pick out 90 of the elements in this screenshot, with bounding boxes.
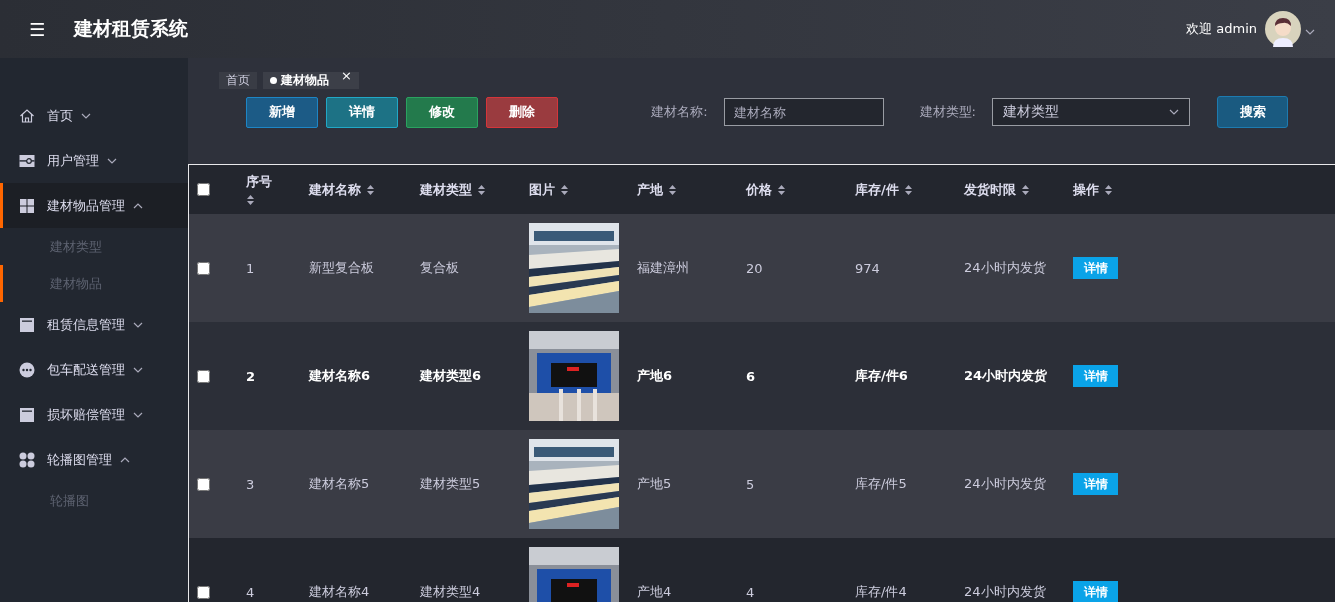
more-icon (19, 361, 35, 378)
chevron-down-icon (133, 411, 143, 418)
dot-icon (270, 77, 277, 84)
row-checkbox[interactable] (197, 369, 210, 383)
chevron-down-icon (1169, 109, 1179, 115)
sort-icon[interactable] (366, 183, 375, 196)
tab[interactable]: 建材物品 × (263, 72, 359, 89)
column-header: 操作 (1073, 180, 1099, 199)
row-checkbox[interactable] (197, 477, 210, 491)
sort-icon[interactable] (777, 183, 786, 196)
column-header: 建材名称 (309, 180, 361, 199)
table-cell-text: 产地4 (637, 583, 673, 601)
avatar-icon[interactable] (1265, 11, 1301, 47)
table-cell-text: 库存/件6 (855, 367, 909, 385)
sidebar-item[interactable]: 轮播图管理 (0, 437, 188, 482)
table-cell-text: 新型复合板 (309, 259, 375, 277)
table-cell-text: 24小时内发货 (964, 475, 1047, 493)
table-cell-text: 2 (246, 368, 257, 384)
chevron-up-icon (120, 456, 130, 463)
sidebar-item[interactable]: 用户管理 (0, 138, 188, 183)
column-header: 序号 (246, 173, 272, 191)
sort-icon[interactable] (1104, 183, 1113, 196)
table-cell-text: 5 (746, 476, 756, 492)
table-cell-text: 建材类型6 (420, 367, 483, 385)
row-checkbox[interactable] (197, 261, 210, 275)
chevron-down-icon (133, 321, 143, 328)
table-cell-text: 4 (246, 584, 256, 600)
sort-icon[interactable] (903, 183, 913, 196)
chevron-down-icon (81, 112, 91, 119)
table-cell-text: 产地5 (637, 475, 673, 493)
sidebar-item[interactable]: 首页 (0, 93, 188, 138)
chevron-down-icon (1305, 28, 1315, 35)
tab[interactable]: 首页 (219, 72, 257, 89)
sidebar-item[interactable]: 包车配送管理 (0, 347, 188, 392)
sidebar-item[interactable]: 租赁信息管理 (0, 302, 188, 347)
delete-button[interactable]: 删除 (486, 96, 558, 128)
table-cell-text: 24小时内发货 (964, 367, 1049, 385)
table-cell-text: 建材名称5 (309, 475, 371, 493)
sort-icon[interactable] (246, 194, 255, 206)
table-cell-text: 20 (746, 260, 764, 276)
column-header: 图片 (529, 180, 555, 199)
column-header: 库存/件 (855, 180, 899, 199)
chevron-down-icon (133, 366, 143, 373)
row-checkbox[interactable] (197, 585, 210, 599)
menu-icon[interactable]: ☰ (0, 18, 74, 40)
add-button[interactable]: 新增 (246, 96, 318, 128)
table-cell-text: 建材名称6 (309, 367, 372, 385)
grid-icon (19, 197, 35, 214)
table-cell-text: 建材类型5 (420, 475, 482, 493)
sort-icon[interactable] (1021, 183, 1030, 196)
sort-icon[interactable] (560, 183, 569, 196)
table-cell-text: 福建漳州 (637, 259, 690, 277)
column-header: 价格 (746, 180, 772, 199)
sidebar-item[interactable]: 损坏赔偿管理 (0, 392, 188, 437)
sort-icon[interactable] (668, 183, 677, 196)
chevron-up-icon (133, 202, 143, 209)
table-cell-text: 复合板 (420, 259, 460, 277)
table-cell-text: 建材名称4 (309, 583, 371, 601)
table-cell-text: 库存/件4 (855, 583, 908, 601)
welcome-text: 欢迎 admin (1186, 20, 1257, 38)
field-label: 建材名称: (651, 103, 708, 121)
app-title: 建材租赁系统 (74, 16, 189, 41)
table-cell-text: 24小时内发货 (964, 259, 1047, 277)
chevron-down-icon (107, 157, 117, 164)
table-cell-text: 24小时内发货 (964, 583, 1047, 601)
table-cell-text: 产地6 (637, 367, 674, 385)
home-icon (19, 107, 35, 124)
type-select-field[interactable]: 建材类型 (992, 98, 1190, 126)
column-header: 发货时限 (964, 180, 1016, 199)
table-cell-text: 建材类型4 (420, 583, 482, 601)
table-cell-text: 1 (246, 260, 256, 276)
table-cell-text: 4 (746, 584, 756, 600)
select-all-checkbox[interactable] (197, 183, 210, 196)
toggle-icon (19, 152, 35, 169)
table-cell-text: 6 (746, 368, 757, 384)
detail-button[interactable]: 详情 (326, 96, 398, 128)
window-icon (19, 316, 35, 333)
column-header: 产地 (637, 180, 663, 199)
circles-icon (19, 451, 35, 468)
table-cell-text: 974 (855, 260, 881, 276)
search-button[interactable]: 搜索 (1217, 96, 1288, 128)
field-label: 建材类型: (919, 103, 976, 121)
table-cell-text: 3 (246, 476, 256, 492)
edit-button[interactable]: 修改 (406, 96, 478, 128)
sidebar-item[interactable]: 建材物品管理 (0, 183, 188, 228)
window-icon (19, 406, 35, 423)
table-cell-text: 库存/件5 (855, 475, 908, 493)
name-input-field[interactable]: 建材名称 (723, 98, 884, 126)
sort-icon[interactable] (477, 183, 486, 196)
column-header: 建材类型 (420, 180, 472, 199)
